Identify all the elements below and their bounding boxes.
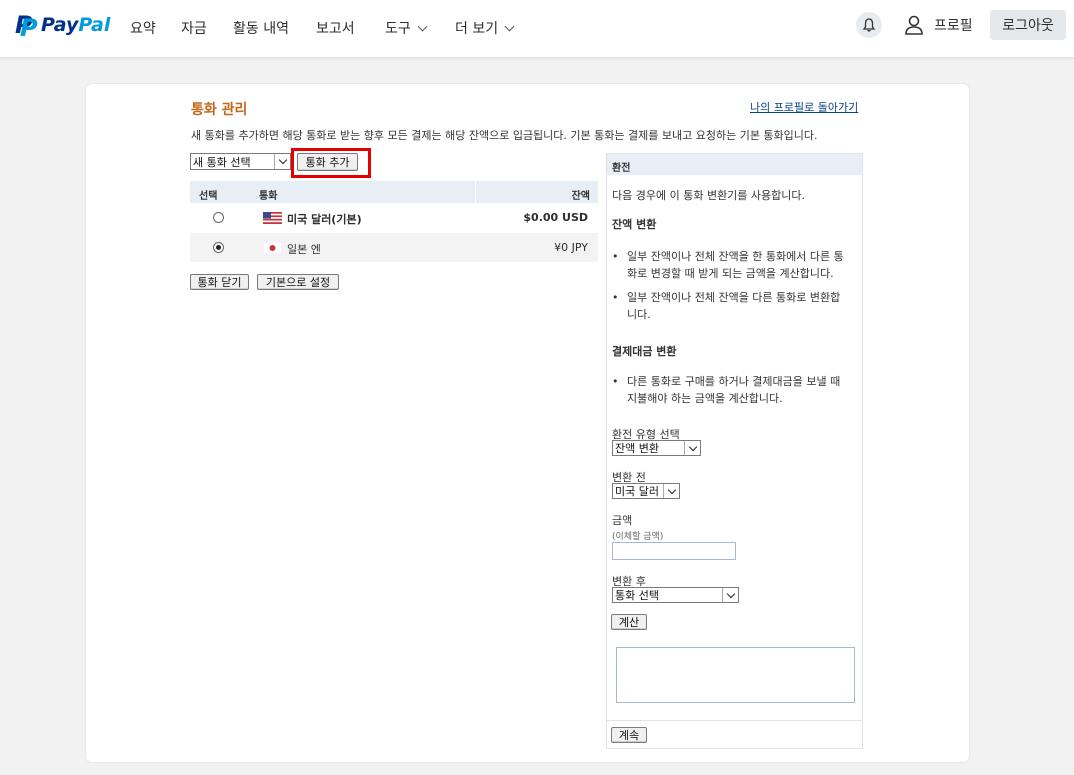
us-flag-icon <box>263 212 282 224</box>
col-currency: 통화 <box>259 191 278 202</box>
converter-title: 환전 <box>607 154 862 175</box>
nav-funds[interactable]: 자금 <box>181 18 207 38</box>
nav-summary[interactable]: 요약 <box>130 18 156 38</box>
bell-icon <box>862 18 876 32</box>
user-icon <box>905 15 923 35</box>
highlight-box <box>291 148 371 178</box>
chevron-down-icon <box>417 21 428 32</box>
result-textarea[interactable] <box>616 647 855 703</box>
new-currency-select-value: 새 통화 선택 <box>193 155 251 169</box>
paypal-wordmark: PayPal <box>41 14 111 36</box>
to-currency-select[interactable]: 통화 선택 <box>612 587 739 603</box>
currency-balance: $0.00 USD <box>523 211 588 224</box>
paypal-p-icon: P P <box>15 11 38 42</box>
header-divider <box>475 181 476 203</box>
currency-name: 미국 달러(기본) <box>287 213 362 226</box>
nav-more[interactable]: 더 보기 <box>455 18 515 38</box>
chevron-down-icon <box>663 484 679 498</box>
close-currency-button[interactable]: 통화 닫기 <box>190 274 249 290</box>
paypal-logo[interactable]: P P PayPal <box>15 11 111 42</box>
amount-input[interactable] <box>612 542 736 560</box>
currency-balance: ¥0 JPY <box>554 241 588 254</box>
conversion-type-value: 잔액 변환 <box>615 442 659 455</box>
top-nav-bar: P P PayPal 요약 자금 활동 내역 보고서 도구 더 보기 프로필 로… <box>0 0 1074 58</box>
calculate-button[interactable]: 계산 <box>611 614 647 630</box>
amount-hint: (이체할 금액) <box>612 532 664 542</box>
notifications-button[interactable] <box>856 12 882 38</box>
col-balance: 잔액 <box>571 191 590 202</box>
logout-button[interactable]: 로그아웃 <box>990 10 1066 40</box>
converter-panel: 환전 다음 경우에 이 통화 변환기를 사용합니다. 잔액 변환 일부 잔액이나… <box>606 153 863 749</box>
nav-tools-label: 도구 <box>385 21 411 37</box>
row-radio[interactable] <box>213 212 224 223</box>
list-item: 일부 잔액이나 전체 잔액을 한 통화에서 다른 통화로 변경할 때 받게 되는… <box>612 248 848 282</box>
nav-reports[interactable]: 보고서 <box>316 18 355 38</box>
nav-activity[interactable]: 활동 내역 <box>233 18 289 38</box>
table-row: 미국 달러(기본) $0.00 USD <box>190 203 598 232</box>
converter-intro: 다음 경우에 이 통화 변환기를 사용합니다. <box>612 189 806 202</box>
amount-label: 금액 <box>612 514 633 527</box>
conversion-type-select[interactable]: 잔액 변환 <box>612 440 701 456</box>
profile-label: 프로필 <box>934 18 973 34</box>
chevron-down-icon <box>722 588 738 602</box>
currency-table-header: 선택 통화 잔액 <box>190 181 598 203</box>
converter-footer: 계속 <box>607 720 862 749</box>
jp-flag-icon <box>263 242 282 254</box>
balance-section-title: 잔액 변환 <box>612 218 657 231</box>
chevron-down-icon <box>504 21 515 32</box>
currency-name: 일본 엔 <box>287 243 321 256</box>
chevron-down-icon <box>684 441 700 455</box>
back-to-profile-link[interactable]: 나의 프로필로 돌아가기 <box>750 99 858 115</box>
new-currency-select[interactable]: 새 통화 선택 <box>190 153 291 170</box>
payment-section-title: 결제대금 변환 <box>612 345 677 358</box>
col-select: 선택 <box>199 191 218 202</box>
set-default-button[interactable]: 기본으로 설정 <box>257 274 339 290</box>
continue-button[interactable]: 계속 <box>611 727 647 743</box>
row-radio[interactable] <box>213 242 224 253</box>
from-currency-value: 미국 달러 <box>615 485 659 498</box>
to-currency-value: 통화 선택 <box>615 589 659 602</box>
page-title: 통화 관리 <box>191 102 248 118</box>
list-item: 일부 잔액이나 전체 잔액을 다른 통화로 변환합니다. <box>612 289 848 323</box>
table-row: 일본 엔 ¥0 JPY <box>190 233 598 262</box>
profile-menu[interactable]: 프로필 <box>903 13 973 37</box>
nav-more-label: 더 보기 <box>455 21 499 37</box>
from-currency-select[interactable]: 미국 달러 <box>612 483 680 499</box>
intro-text: 새 통화를 추가하면 해당 통화로 받는 향후 모든 결제는 해당 잔액으로 입… <box>191 129 818 142</box>
list-item: 다른 통화로 구매를 하거나 결제대금을 보낼 때 지불해야 하는 금액을 계산… <box>612 373 848 407</box>
chevron-down-icon <box>274 154 290 169</box>
nav-tools[interactable]: 도구 <box>385 18 428 38</box>
